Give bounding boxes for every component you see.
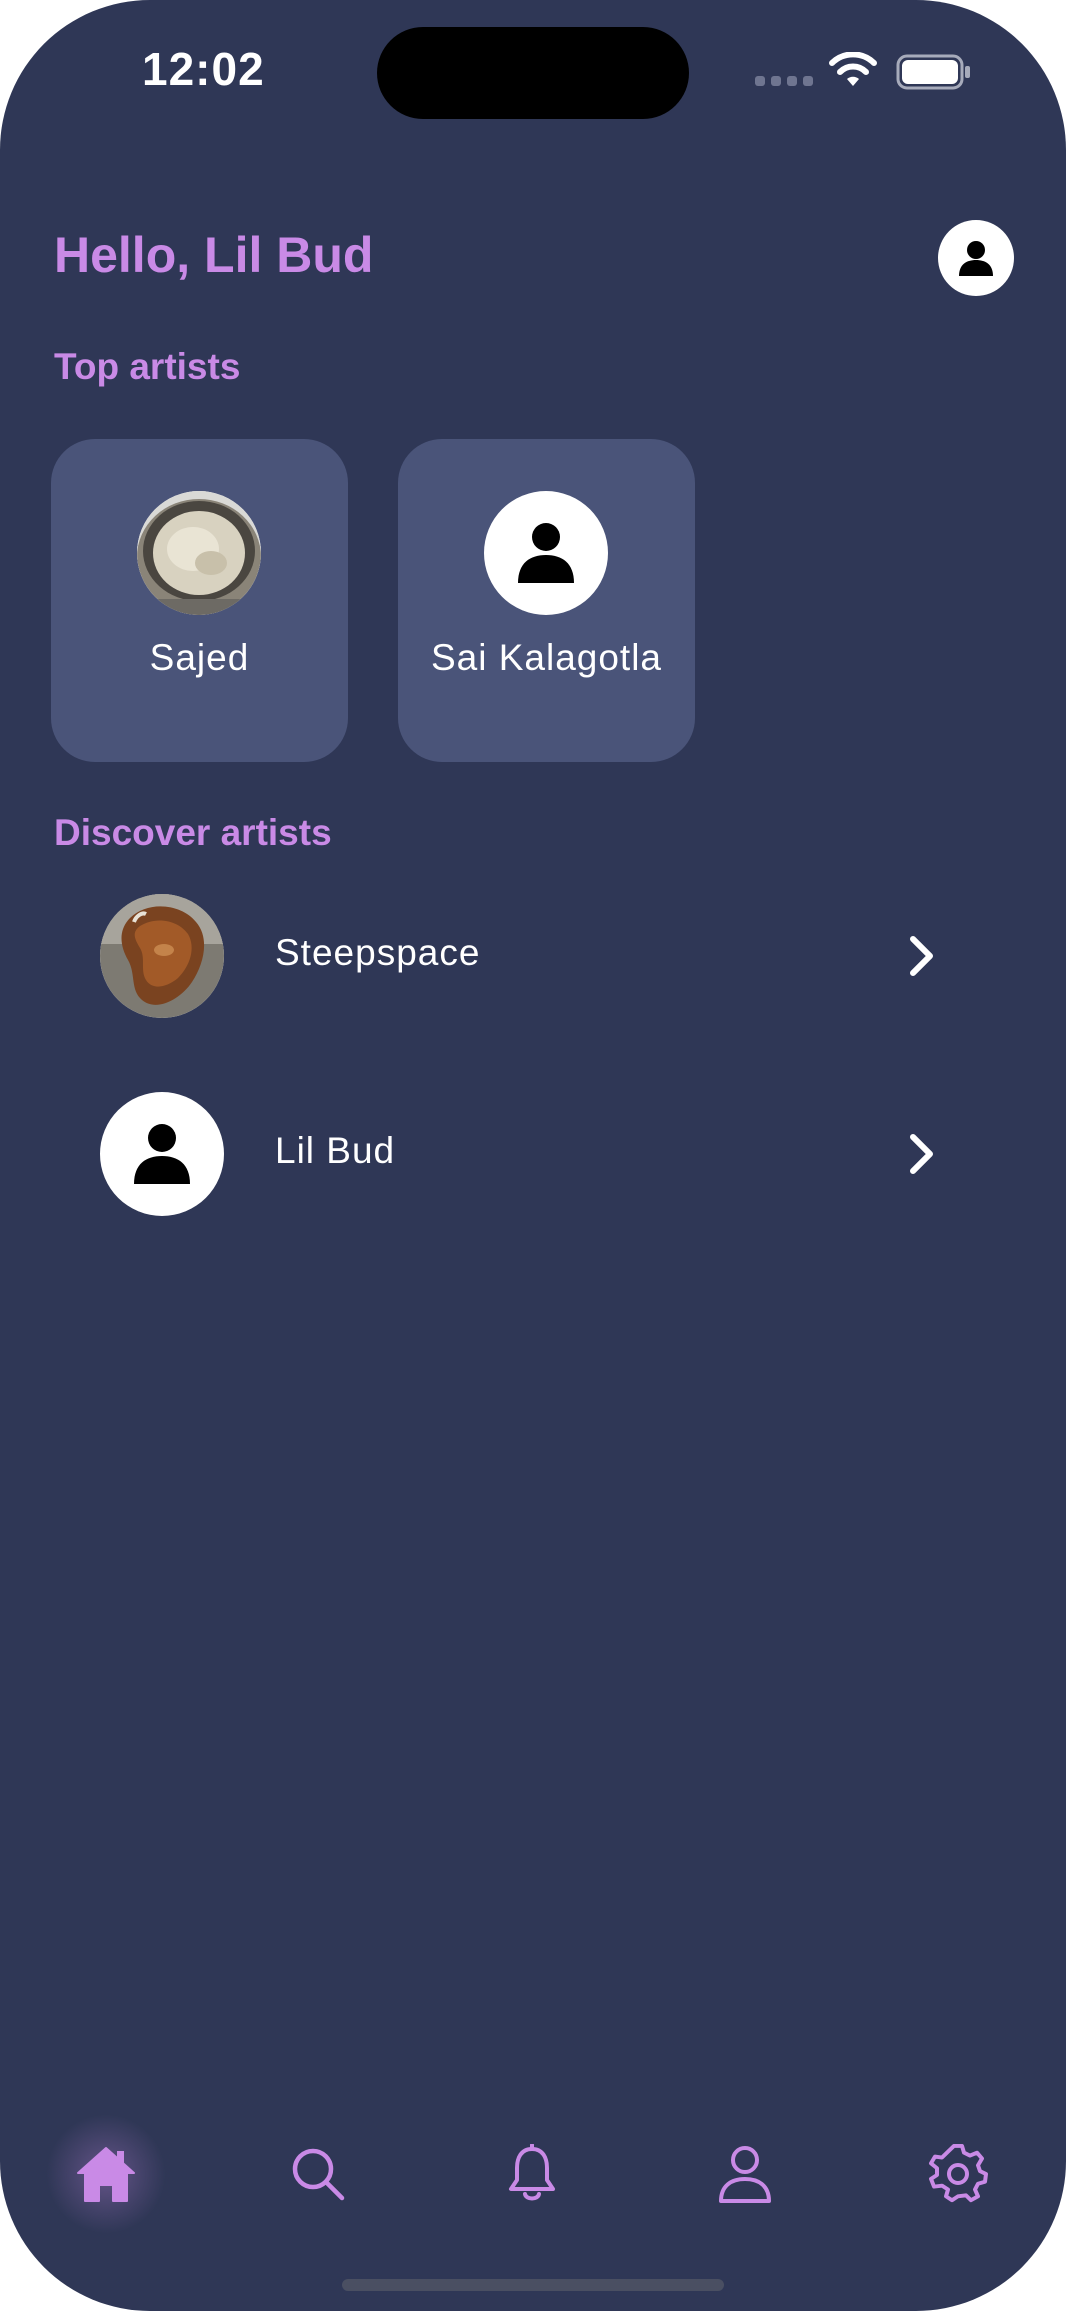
bell-icon — [509, 2144, 555, 2201]
profile-icon — [719, 2146, 771, 2203]
page-title: Hello, Lil Bud — [54, 227, 374, 283]
home-icon — [77, 2147, 135, 2202]
avatar — [100, 1092, 224, 1216]
app-screen: 12:02 Hello, Lil Bud Top artists Sajed S… — [0, 0, 1066, 2311]
battery-icon — [896, 54, 970, 90]
chevron-right-icon[interactable] — [908, 934, 936, 978]
tab-home[interactable] — [46, 2114, 166, 2234]
artist-name: Lil Bud — [275, 1130, 396, 1171]
pot-photo — [137, 491, 261, 615]
artist-name: Steepspace — [275, 932, 481, 973]
tab-notifications[interactable] — [492, 2134, 572, 2214]
tab-profile[interactable] — [705, 2134, 785, 2214]
discover-artists-heading: Discover artists — [54, 812, 332, 853]
list-item[interactable]: Lil Bud — [100, 1092, 950, 1216]
cellular-signal-icon — [755, 76, 813, 86]
person-icon — [959, 241, 993, 276]
artist-name: Sai Kalagotla — [430, 637, 663, 678]
search-icon — [292, 2148, 345, 2201]
person-icon — [518, 523, 574, 583]
artist-name: Sajed — [149, 637, 250, 678]
meat-photo — [100, 894, 224, 1018]
top-artist-card[interactable]: Sajed — [51, 439, 348, 762]
home-indicator — [342, 2279, 724, 2291]
status-time: 12:02 — [142, 43, 265, 95]
wifi-icon — [829, 52, 877, 86]
tab-search[interactable] — [278, 2134, 358, 2214]
list-item[interactable]: Steepspace — [100, 894, 950, 1018]
avatar — [100, 894, 224, 1018]
tab-settings[interactable] — [918, 2134, 998, 2214]
person-icon — [134, 1124, 190, 1184]
avatar — [137, 491, 261, 615]
top-artists-heading: Top artists — [54, 346, 241, 387]
profile-button[interactable] — [938, 220, 1014, 296]
chevron-right-icon[interactable] — [908, 1132, 936, 1176]
dynamic-island — [377, 27, 689, 119]
top-artist-card[interactable]: Sai Kalagotla — [398, 439, 695, 762]
gear-icon — [929, 2144, 988, 2203]
avatar — [484, 491, 608, 615]
